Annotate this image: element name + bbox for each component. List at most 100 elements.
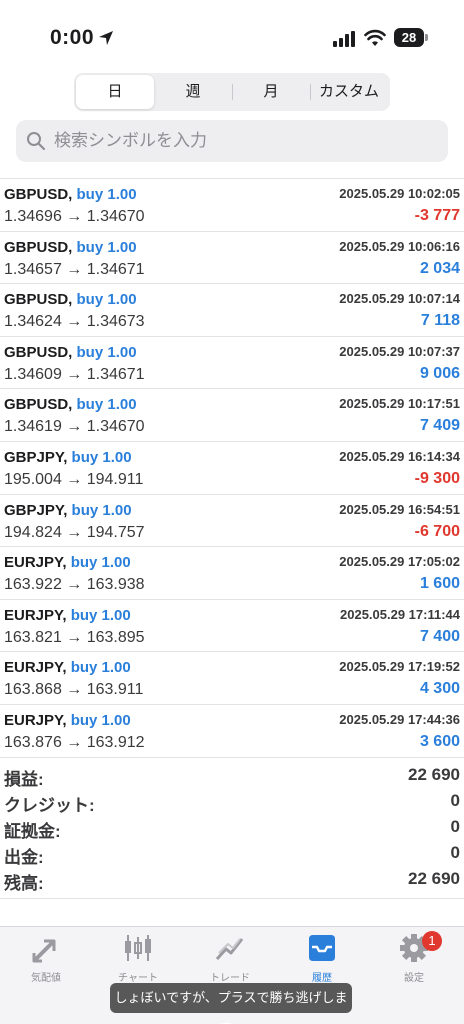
trade-symbol: GBPUSD, buy 1.00: [4, 238, 137, 256]
tab-label: 設定: [404, 973, 424, 984]
trade-side: buy 1.00: [70, 659, 131, 677]
trade-profit: 2 034: [419, 259, 460, 277]
search-bar: [16, 120, 448, 162]
tab-week[interactable]: 週: [154, 75, 232, 109]
tab-label: 気配値: [31, 973, 61, 984]
trade-row[interactable]: GBPJPY, buy 1.00 2025.05.29 16:54:51 194…: [0, 495, 464, 548]
trade-prices: 163.876 → 163.912: [4, 733, 145, 751]
summary-row-margin: 証拠金: 0: [0, 815, 464, 841]
wifi-icon: [364, 29, 386, 46]
trade-time: 2025.05.29 10:06:16: [339, 238, 460, 254]
trade-row[interactable]: GBPUSD, buy 1.00 2025.05.29 10:17:51 1.3…: [0, 389, 464, 442]
tab-label: チャート: [118, 973, 158, 984]
trade-prices: 1.34609 → 1.34671: [4, 365, 145, 383]
summary-row-profit: 損益: 22 690: [0, 763, 464, 789]
search-icon: [27, 132, 46, 151]
trade-symbol: EURJPY, buy 1.00: [4, 659, 131, 677]
summary-row-credit: クレジット: 0: [0, 789, 464, 815]
summary-row-balance: 残高: 22 690: [0, 867, 464, 893]
trade-time: 2025.05.29 17:19:52: [339, 659, 460, 675]
trade-prices: 163.821 → 163.895: [4, 628, 145, 646]
trade-side: buy 1.00: [76, 343, 137, 361]
trade-time: 2025.05.29 10:02:05: [339, 186, 460, 201]
quotes-icon: [32, 939, 56, 963]
search-input[interactable]: [54, 120, 434, 162]
summary-value: 0: [450, 843, 460, 862]
trade-profit: 4 300: [419, 680, 460, 698]
trade-symbol: EURJPY, buy 1.00: [4, 554, 131, 572]
trade-profit: -9 300: [414, 469, 460, 487]
trade-symbol: GBPUSD, buy 1.00: [4, 396, 137, 414]
account-summary: 損益: 22 690 クレジット: 0 証拠金: 0 出金: 0 残高: 22 …: [0, 763, 464, 893]
trade-row[interactable]: GBPUSD, buy 1.00 2025.05.29 10:07:37 1.3…: [0, 337, 464, 390]
tab-label: トレード: [210, 973, 250, 984]
trade-symbol: GBPUSD, buy 1.00: [4, 343, 137, 361]
trade-symbol: GBPUSD, buy 1.00: [4, 186, 137, 203]
trade-time: 2025.05.29 10:07:14: [339, 291, 460, 307]
summary-label: 証拠金:: [4, 822, 61, 841]
trade-side: buy 1.00: [70, 554, 131, 572]
trade-prices: 1.34619 → 1.34670: [4, 418, 145, 436]
trade-row[interactable]: EURJPY, buy 1.00 2025.05.29 17:05:02 163…: [0, 547, 464, 600]
summary-label: 出金:: [4, 848, 44, 867]
trade-time: 2025.05.29 10:17:51: [339, 396, 460, 412]
trade-prices: 195.004 → 194.911: [4, 470, 144, 488]
trade-prices: 1.34696 → 1.34670: [4, 208, 145, 225]
trade-side: buy 1.00: [76, 186, 137, 203]
trade-row[interactable]: GBPUSD, buy 1.00 2025.05.29 10:02:05 1.3…: [0, 179, 464, 232]
trade-row[interactable]: EURJPY, buy 1.00 2025.05.29 17:44:36 163…: [0, 705, 464, 758]
divider: [0, 898, 464, 899]
trade-side: buy 1.00: [76, 396, 137, 414]
trade-side: buy 1.00: [70, 606, 131, 624]
trade-symbol: EURJPY, buy 1.00: [4, 711, 131, 729]
trade-side: buy 1.00: [76, 291, 137, 309]
summary-label: クレジット:: [4, 796, 95, 815]
toast-message: しょぼいですが、プラスで勝ち逃げします。: [110, 983, 352, 1024]
summary-row-withdrawal: 出金: 0: [0, 841, 464, 867]
summary-value: 0: [450, 817, 460, 836]
history-icon: [309, 935, 335, 961]
trade-prices: 1.34657 → 1.34671: [4, 260, 145, 278]
trade-side: buy 1.00: [71, 448, 132, 466]
trade-time: 2025.05.29 17:05:02: [339, 554, 460, 570]
trade-time: 2025.05.29 16:14:34: [339, 448, 460, 464]
cellular-signal-icon: [333, 31, 355, 47]
tab-custom[interactable]: カスタム: [310, 75, 388, 109]
trade-row[interactable]: GBPJPY, buy 1.00 2025.05.29 16:14:34 195…: [0, 442, 464, 495]
tab-quotes[interactable]: 気配値: [0, 933, 92, 991]
tab-label: 履歴: [312, 973, 332, 984]
trade-prices: 1.34624 → 1.34673: [4, 313, 145, 331]
tab-month[interactable]: 月: [232, 75, 310, 109]
summary-value: 22 690: [408, 765, 460, 784]
trade-profit: -3 777: [414, 207, 460, 224]
trade-prices: 163.868 → 163.911: [4, 681, 144, 699]
trade-profit: -6 700: [414, 522, 460, 540]
trade-time: 2025.05.29 17:44:36: [339, 711, 460, 727]
trade-row[interactable]: GBPUSD, buy 1.00 2025.05.29 10:07:14 1.3…: [0, 284, 464, 337]
trade-time: 2025.05.29 16:54:51: [339, 501, 460, 517]
trade-history-list: GBPUSD, buy 1.00 2025.05.29 10:02:05 1.3…: [0, 178, 464, 758]
battery-indicator: 28: [394, 28, 428, 47]
trade-profit: 9 006: [419, 364, 460, 382]
trade-side: buy 1.00: [71, 501, 132, 519]
summary-label: 残高:: [4, 874, 44, 893]
trade-row[interactable]: GBPUSD, buy 1.00 2025.05.29 10:06:16 1.3…: [0, 232, 464, 285]
tab-settings[interactable]: 1 設定: [368, 931, 460, 991]
summary-value: 0: [450, 791, 460, 810]
trade-row[interactable]: EURJPY, buy 1.00 2025.05.29 17:19:52 163…: [0, 652, 464, 705]
trade-icon: [215, 938, 244, 961]
summary-value: 22 690: [408, 869, 460, 888]
tab-day[interactable]: 日: [76, 75, 154, 109]
location-arrow-icon: [99, 31, 113, 45]
notification-badge: 1: [422, 931, 442, 951]
period-segmented-control: 日 週 月 カスタム: [74, 73, 390, 111]
trade-symbol: EURJPY, buy 1.00: [4, 606, 131, 624]
trade-symbol: GBPJPY, buy 1.00: [4, 501, 132, 519]
trade-time: 2025.05.29 17:11:44: [340, 606, 460, 622]
trade-prices: 163.922 → 163.938: [4, 576, 145, 594]
trade-side: buy 1.00: [70, 711, 131, 729]
trade-row[interactable]: EURJPY, buy 1.00 2025.05.29 17:11:44 163…: [0, 600, 464, 653]
trade-time: 2025.05.29 10:07:37: [339, 343, 460, 359]
trade-symbol: GBPJPY, buy 1.00: [4, 448, 132, 466]
trade-symbol: GBPUSD, buy 1.00: [4, 291, 137, 309]
